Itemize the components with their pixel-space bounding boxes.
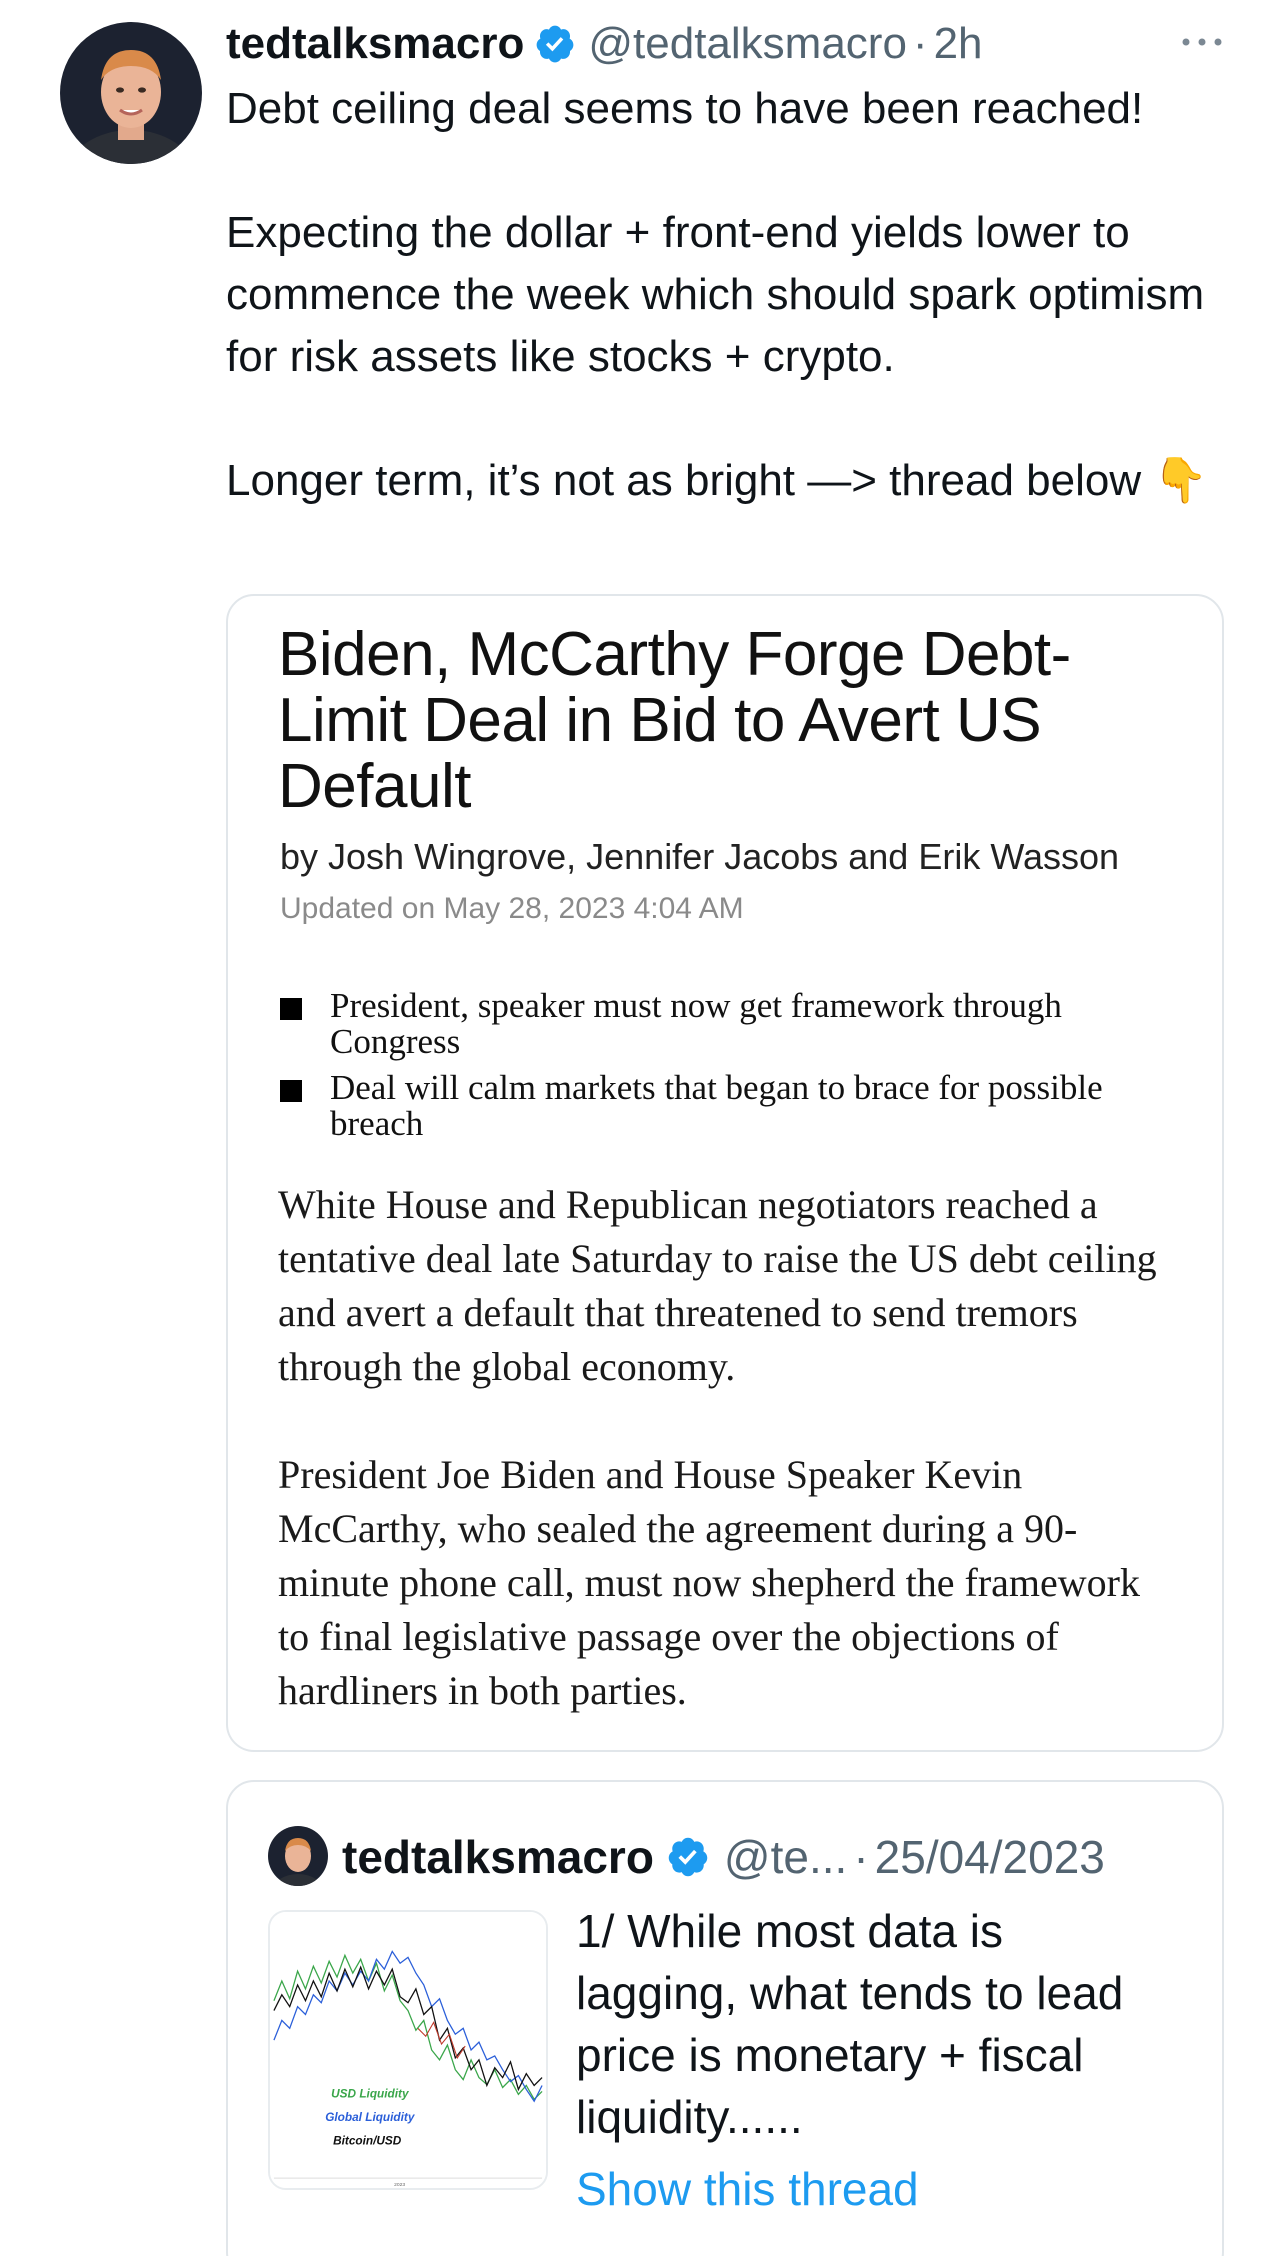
article-image[interactable]: Biden, McCarthy Forge Debt-Limit Deal in… bbox=[226, 594, 1224, 1752]
bullet-text: President, speaker must now get framewor… bbox=[330, 986, 1062, 1061]
more-icon[interactable] bbox=[1180, 30, 1224, 54]
bullet-square-icon bbox=[280, 1080, 302, 1102]
show-thread-link[interactable]: Show this thread bbox=[576, 2162, 919, 2216]
separator: · bbox=[912, 19, 928, 68]
article-byline: by Josh Wingrove, Jennifer Jacobs and Er… bbox=[280, 836, 1120, 877]
bullet-square-icon bbox=[280, 998, 302, 1020]
legend-usd-liquidity: USD Liquidity bbox=[331, 2086, 410, 2100]
quoted-avatar[interactable] bbox=[268, 1826, 328, 1886]
verified-badge-icon bbox=[534, 23, 576, 65]
article-bullet: President, speaker must now get framewor… bbox=[280, 988, 1180, 1060]
tweet-header: tedtalksmacro @tedtalksmacro · 2h bbox=[226, 16, 983, 72]
article-bullets: President, speaker must now get framewor… bbox=[280, 988, 1180, 1152]
article-updated: Updated on May 28, 2023 4:04 AM bbox=[280, 892, 744, 925]
handle[interactable]: @tedtalksmacro bbox=[588, 19, 907, 69]
avatar[interactable] bbox=[60, 22, 202, 164]
bullet-text: Deal will calm markets that began to bra… bbox=[330, 1068, 1103, 1143]
quoted-handle[interactable]: @te... bbox=[724, 1830, 847, 1884]
article-paragraph: White House and Republican negotiators r… bbox=[278, 1182, 1157, 1389]
tweet-text: Debt ceiling deal seems to have been rea… bbox=[226, 84, 1209, 505]
article-paragraph: President Joe Biden and House Speaker Ke… bbox=[278, 1452, 1140, 1713]
timestamp[interactable]: 2h bbox=[934, 19, 983, 69]
avatar-image bbox=[60, 22, 202, 164]
chart-tick-2023: 2023 bbox=[394, 2182, 405, 2188]
verified-badge-icon bbox=[666, 1835, 710, 1879]
display-name[interactable]: tedtalksmacro bbox=[226, 19, 524, 69]
legend-bitcoin-usd: Bitcoin/USD bbox=[333, 2134, 402, 2148]
quoted-text: 1/ While most data is lagging, what tend… bbox=[576, 1905, 1124, 2143]
legend-global-liquidity: Global Liquidity bbox=[325, 2110, 416, 2124]
quoted-thumbnail[interactable]: USD Liquidity Global Liquidity Bitcoin/U… bbox=[268, 1910, 548, 2190]
quoted-display-name[interactable]: tedtalksmacro bbox=[342, 1830, 654, 1884]
article-title: Biden, McCarthy Forge Debt-Limit Deal in… bbox=[278, 620, 1071, 821]
liquidity-chart-thumbnail: USD Liquidity Global Liquidity Bitcoin/U… bbox=[270, 1912, 546, 2188]
quoted-tweet[interactable]: tedtalksmacro @te... · 25/04/2023 USD Li… bbox=[226, 1780, 1224, 2256]
quoted-header: tedtalksmacro @te... · 25/04/2023 bbox=[342, 1822, 1105, 1892]
article-bullet: Deal will calm markets that began to bra… bbox=[280, 1070, 1180, 1142]
separator: · bbox=[853, 1831, 869, 1883]
quoted-date[interactable]: 25/04/2023 bbox=[875, 1830, 1105, 1884]
